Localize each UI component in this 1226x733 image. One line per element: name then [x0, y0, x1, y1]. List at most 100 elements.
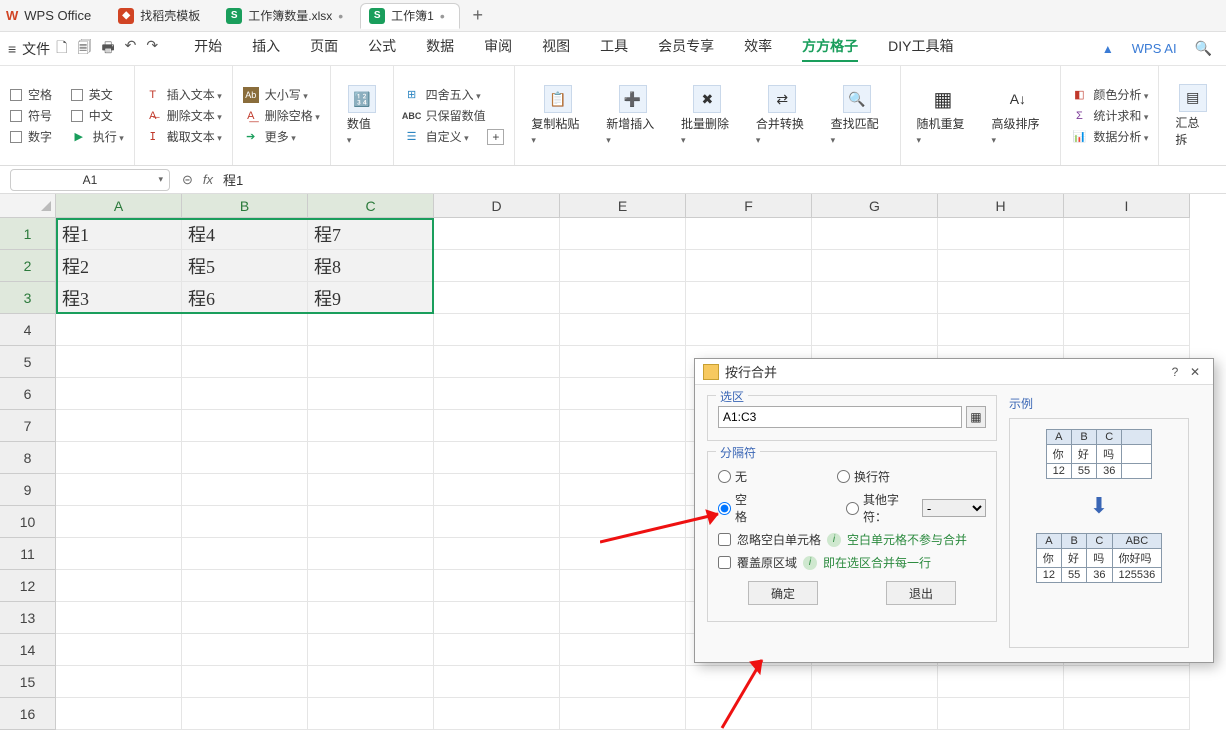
ok-button[interactable]: 确定: [748, 581, 818, 605]
cell-H15[interactable]: [938, 666, 1064, 698]
cell-A3[interactable]: 程3: [56, 282, 182, 314]
cell-C16[interactable]: [308, 698, 434, 730]
case-button[interactable]: 大小写: [265, 86, 308, 103]
pivot-button[interactable]: 汇总拆: [1175, 114, 1210, 148]
cell-G3[interactable]: [812, 282, 938, 314]
cell-D8[interactable]: [434, 442, 560, 474]
cell-H1[interactable]: [938, 218, 1064, 250]
cell-A14[interactable]: [56, 634, 182, 666]
cell-F15[interactable]: [686, 666, 812, 698]
cell-F4[interactable]: [686, 314, 812, 346]
cell-B4[interactable]: [182, 314, 308, 346]
cell-A12[interactable]: [56, 570, 182, 602]
cell-G1[interactable]: [812, 218, 938, 250]
cell-D2[interactable]: [434, 250, 560, 282]
new-insert-button[interactable]: 新增插入: [606, 115, 659, 146]
cell-A7[interactable]: [56, 410, 182, 442]
row-head-4[interactable]: 4: [0, 314, 56, 346]
tab-workbook-1[interactable]: S 工作簿1 •: [360, 3, 460, 29]
cell-D13[interactable]: [434, 602, 560, 634]
cell-B5[interactable]: [182, 346, 308, 378]
menu-item-5[interactable]: 审阅: [484, 36, 512, 62]
row-head-14[interactable]: 14: [0, 634, 56, 666]
cell-D10[interactable]: [434, 506, 560, 538]
cell-E13[interactable]: [560, 602, 686, 634]
col-head-E[interactable]: E: [560, 194, 686, 218]
cell-D6[interactable]: [434, 378, 560, 410]
radio-space[interactable]: 空格: [718, 491, 756, 525]
chk-chinese[interactable]: [71, 110, 83, 122]
cell-E14[interactable]: [560, 634, 686, 666]
dialog-close-button[interactable]: ✕: [1185, 365, 1205, 379]
cell-E4[interactable]: [560, 314, 686, 346]
cell-D11[interactable]: [434, 538, 560, 570]
execute-button[interactable]: 执行: [93, 128, 124, 145]
radio-other[interactable]: 其他字符：-: [846, 491, 986, 525]
cell-F2[interactable]: [686, 250, 812, 282]
cell-A15[interactable]: [56, 666, 182, 698]
cell-B9[interactable]: [182, 474, 308, 506]
chk-overwrite[interactable]: [718, 556, 731, 569]
menu-item-3[interactable]: 公式: [368, 36, 396, 62]
menu-item-6[interactable]: 视图: [542, 36, 570, 62]
row-head-5[interactable]: 5: [0, 346, 56, 378]
row-head-1[interactable]: 1: [0, 218, 56, 250]
row-head-3[interactable]: 3: [0, 282, 56, 314]
extract-text-button[interactable]: 截取文本: [167, 128, 222, 145]
cell-H16[interactable]: [938, 698, 1064, 730]
cell-B15[interactable]: [182, 666, 308, 698]
col-head-I[interactable]: I: [1064, 194, 1190, 218]
cell-C10[interactable]: [308, 506, 434, 538]
radio-newline[interactable]: 换行符: [837, 468, 890, 485]
dialog-titlebar[interactable]: 按行合并 ? ✕: [695, 359, 1213, 385]
zoom-fx-icon[interactable]: ⊝: [182, 172, 193, 188]
chk-english[interactable]: [71, 89, 83, 101]
cell-C3[interactable]: 程9: [308, 282, 434, 314]
cell-A4[interactable]: [56, 314, 182, 346]
cell-B13[interactable]: [182, 602, 308, 634]
menu-item-8[interactable]: 会员专享: [658, 36, 714, 62]
custom-button[interactable]: 自定义: [426, 128, 469, 145]
cell-E11[interactable]: [560, 538, 686, 570]
col-head-F[interactable]: F: [686, 194, 812, 218]
insert-text-button[interactable]: 插入文本: [167, 86, 222, 103]
keepnum-button[interactable]: 只保留数值: [426, 107, 486, 124]
cell-B11[interactable]: [182, 538, 308, 570]
add-tab-button[interactable]: +: [466, 4, 490, 28]
formula-value[interactable]: 程1: [223, 170, 243, 189]
cell-C6[interactable]: [308, 378, 434, 410]
cell-A6[interactable]: [56, 378, 182, 410]
cell-A13[interactable]: [56, 602, 182, 634]
cell-G2[interactable]: [812, 250, 938, 282]
cell-A10[interactable]: [56, 506, 182, 538]
cell-F1[interactable]: [686, 218, 812, 250]
chk-number[interactable]: [10, 131, 22, 143]
cell-I15[interactable]: [1064, 666, 1190, 698]
cell-B7[interactable]: [182, 410, 308, 442]
menu-item-7[interactable]: 工具: [600, 36, 628, 62]
cell-E9[interactable]: [560, 474, 686, 506]
qat-icon-5[interactable]: ↷: [146, 37, 158, 61]
cell-A11[interactable]: [56, 538, 182, 570]
menu-item-1[interactable]: 插入: [252, 36, 280, 62]
qat-icon-4[interactable]: ↶: [125, 37, 137, 61]
row-head-16[interactable]: 16: [0, 698, 56, 730]
name-box[interactable]: A1: [10, 169, 170, 191]
cell-A16[interactable]: [56, 698, 182, 730]
cell-A8[interactable]: [56, 442, 182, 474]
cell-C5[interactable]: [308, 346, 434, 378]
select-all-corner[interactable]: [0, 194, 56, 218]
cell-B16[interactable]: [182, 698, 308, 730]
wps-ai-label[interactable]: WPS AI: [1132, 41, 1177, 56]
cell-E15[interactable]: [560, 666, 686, 698]
cell-C7[interactable]: [308, 410, 434, 442]
cell-E12[interactable]: [560, 570, 686, 602]
cell-E1[interactable]: [560, 218, 686, 250]
cell-D1[interactable]: [434, 218, 560, 250]
rand-button[interactable]: 随机重复: [917, 115, 970, 146]
cell-I4[interactable]: [1064, 314, 1190, 346]
cell-B6[interactable]: [182, 378, 308, 410]
fx-icon[interactable]: fx: [203, 172, 213, 187]
menu-item-2[interactable]: 页面: [310, 36, 338, 62]
cell-D15[interactable]: [434, 666, 560, 698]
